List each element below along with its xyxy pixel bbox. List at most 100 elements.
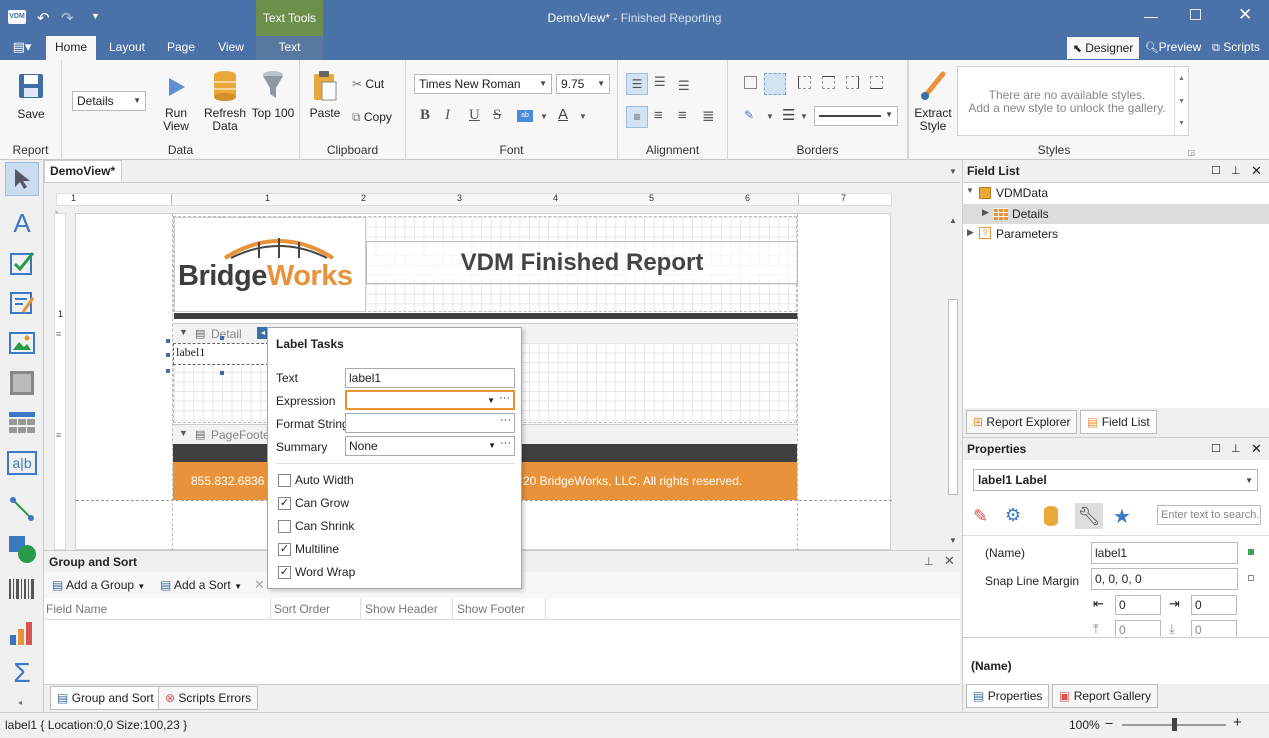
resize-handle[interactable] [220,371,224,375]
ellipsis-icon[interactable]: ··· [499,389,510,407]
border-color-icon[interactable]: ✎ [744,108,754,122]
zoom-out-icon[interactable]: − [1105,715,1113,731]
chevron-down-icon[interactable]: ▼ [540,112,548,121]
document-tabs-dropdown-icon[interactable]: ▼ [949,167,957,176]
tab-scripts-errors[interactable]: ⊗ Scripts Errors [158,686,259,710]
scroll-down-icon[interactable]: ▼ [949,536,957,545]
chevron-down-icon[interactable]: ▼ [966,186,974,195]
gallery-expand[interactable]: ▼ [1174,113,1188,135]
report-title[interactable]: VDM Finished Report [366,241,798,284]
align-top-left-icon[interactable]: ☰ [626,73,648,95]
word-wrap-checkbox[interactable]: ✓ [278,566,291,579]
resize-handle[interactable] [166,353,170,357]
prop-name-field[interactable]: label1 [1091,542,1238,564]
tab-field-list[interactable]: ▤ Field List [1080,410,1157,434]
border-all-icon[interactable] [744,76,757,89]
data-tab-icon[interactable] [1044,506,1058,526]
scripts-button[interactable]: ⧉ Scripts [1208,36,1264,60]
col-show-header[interactable]: Show Header [365,602,438,616]
justify-right-icon[interactable]: ≡ [678,107,687,124]
prop-snap-field[interactable]: 0, 0, 0, 0 [1091,568,1238,590]
checkbox-tool[interactable] [5,246,39,280]
behavior-tab-icon[interactable]: ⚙ [1005,505,1021,526]
margin-bottom-field[interactable]: 0 [1191,620,1237,636]
bold-button[interactable]: B [420,107,430,124]
zoom-slider[interactable] [1122,718,1226,731]
band-collapse-icon[interactable]: ≡ [56,430,61,440]
property-search-input[interactable]: Enter text to search... [1157,505,1261,525]
dialog-launcher-icon[interactable]: ◲ [1187,148,1195,157]
can-grow-checkbox[interactable]: ✓ [278,497,291,510]
tree-node-parameters[interactable]: Parameters [996,227,1058,241]
border-width-icon[interactable]: ☰ [782,106,795,124]
justify-left-icon[interactable]: ≡ [626,106,648,128]
collapse-icon[interactable]: ▼ [179,327,188,337]
pointer-tool[interactable] [5,162,39,196]
maximize-panel-icon[interactable]: ☐ [1211,160,1221,182]
richtext-tool[interactable] [5,286,39,320]
tab-text[interactable]: Text [256,36,323,60]
preview-button[interactable]: 🔍︎Preview [1143,36,1203,60]
col-field-name[interactable]: Field Name [46,602,107,616]
border-top-icon[interactable] [822,76,835,89]
paste-button[interactable]: Paste [306,68,344,124]
appearance-tab-icon[interactable]: ✎ [973,506,988,527]
font-family-dropdown[interactable]: Times New Roman ▼ [414,74,552,94]
footer-phone[interactable]: 855.832.6836 [191,474,264,488]
auto-width-checkbox[interactable] [278,474,291,487]
align-top-center-icon[interactable]: ☰ [654,74,666,90]
align-top-right-icon[interactable]: ☰ [678,78,690,94]
pin-icon[interactable]: ⊥ [924,555,934,568]
format-string-field[interactable]: ··· [345,413,515,433]
font-size-dropdown[interactable]: 9.75 ▼ [556,74,610,94]
tree-node-vdmdata[interactable]: VDMData [996,186,1048,200]
resize-handle[interactable] [166,369,170,373]
close-window-button[interactable]: ✕ [1238,5,1252,25]
col-sort-order[interactable]: Sort Order [274,602,330,616]
toolbox-scroll-down-icon[interactable]: ◂ [18,698,22,707]
justify-center-icon[interactable]: ≡ [654,107,663,124]
gallery-scroll-down[interactable]: ▼ [1174,90,1188,113]
chevron-down-icon[interactable]: ▼ [488,437,496,455]
chevron-right-icon[interactable]: ▶ [982,207,989,218]
border-bottom-icon[interactable] [870,76,883,89]
tab-page[interactable]: Page [161,36,201,60]
ellipsis-icon[interactable]: ··· [500,434,511,452]
run-view-button[interactable]: Run View [152,74,200,133]
zoom-in-icon[interactable]: + [1233,714,1242,731]
save-button[interactable]: Save [6,68,56,124]
vertical-scrollbar[interactable]: ▲ ▼ [946,213,960,550]
border-none-icon[interactable] [764,73,786,95]
margin-right-field[interactable]: 0 [1191,595,1237,615]
chevron-down-icon[interactable]: ▼ [579,112,587,121]
resize-handle[interactable] [166,339,170,343]
chevron-down-icon[interactable]: ▼ [800,112,808,121]
resize-handle[interactable] [220,336,224,340]
document-tab[interactable]: DemoView* [44,160,122,182]
styles-gallery[interactable]: There are no available styles. Add a new … [957,66,1189,136]
summary-field[interactable]: None ▼ ··· [345,436,515,456]
close-icon[interactable]: ✕ [944,553,955,569]
top-100-button[interactable]: Top 100 [250,68,296,124]
maximize-button[interactable] [1190,9,1201,20]
font-color-icon[interactable]: A [558,106,568,123]
margin-left-field[interactable]: 0 [1115,595,1161,615]
shape-tool[interactable] [5,532,39,566]
scroll-up-icon[interactable]: ▲ [949,216,957,225]
favorites-tab-icon[interactable]: ★ [1113,504,1131,529]
tab-view[interactable]: View [211,36,251,60]
tab-group-and-sort[interactable]: ▤ Group and Sort [50,686,161,710]
tab-home[interactable]: Home [46,36,96,60]
zoom-slider-thumb[interactable] [1172,718,1177,731]
border-right-icon[interactable] [846,76,859,89]
col-show-footer[interactable]: Show Footer [457,602,525,616]
close-icon[interactable]: ✕ [1251,438,1262,460]
label1-control[interactable]: label1 [173,343,269,365]
footer-copyright[interactable]: 20 BridgeWorks, LLC. All rights reserved… [523,474,742,488]
tab-report-gallery[interactable]: ▣ Report Gallery [1052,684,1159,708]
border-left-icon[interactable] [798,76,811,89]
layout-tab-icon[interactable]: 🔧︎ [1075,503,1103,529]
tab-layout[interactable]: Layout [104,36,150,60]
data-source-dropdown[interactable]: Details ▼ [72,91,146,111]
border-style-dropdown[interactable]: ▼ [814,106,898,126]
